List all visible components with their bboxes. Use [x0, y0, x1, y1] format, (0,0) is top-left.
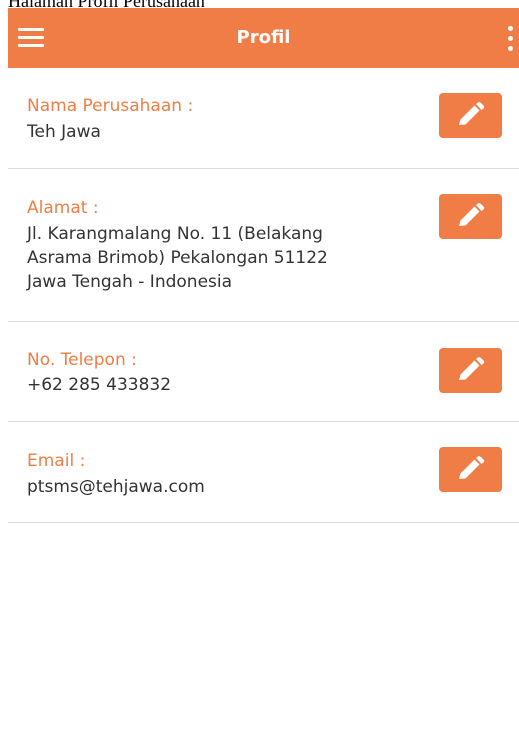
pencil-icon [459, 102, 485, 125]
field-label: Nama Perusahaan : [27, 96, 194, 116]
field-label: No. Telepon : [27, 350, 137, 370]
more-vertical-icon[interactable] [507, 26, 515, 52]
edit-company-name-button[interactable] [439, 93, 502, 138]
app-bar: Profil [8, 8, 519, 68]
edit-address-button[interactable] [439, 194, 502, 239]
pencil-icon [459, 203, 485, 226]
field-value: ptsms@tehjawa.com [27, 477, 205, 497]
edit-phone-button[interactable] [439, 348, 502, 393]
hamburger-menu-icon[interactable] [18, 28, 44, 48]
field-value: +62 285 433832 [27, 375, 172, 395]
field-address: Alamat : Jl. Karangmalang No. 11 (Belaka… [8, 169, 519, 322]
page-title: Profil [236, 27, 291, 48]
field-label: Alamat : [27, 198, 99, 218]
field-label: Email : [27, 451, 86, 471]
field-phone: No. Telepon : +62 285 433832 [8, 322, 519, 422]
field-value: Jl. Karangmalang No. 11 (Belakang Asrama… [27, 224, 328, 292]
field-value: Teh Jawa [27, 122, 101, 142]
edit-email-button[interactable] [439, 447, 502, 492]
field-company-name: Nama Perusahaan : Teh Jawa [8, 68, 519, 169]
pencil-icon [459, 357, 485, 380]
pencil-icon [459, 456, 485, 479]
field-email: Email : ptsms@tehjawa.com [8, 422, 519, 523]
